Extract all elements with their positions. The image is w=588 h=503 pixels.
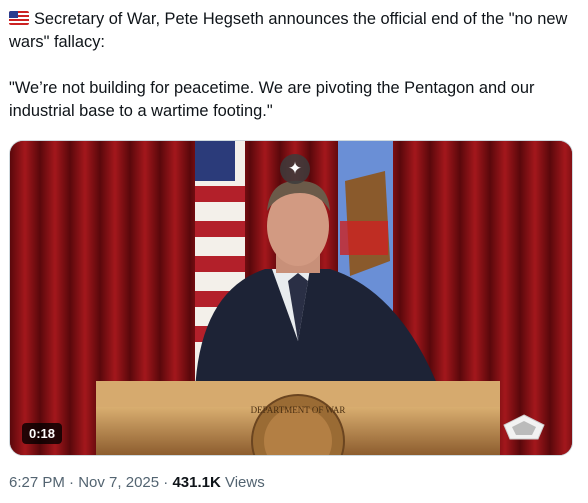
video-frame: DEPARTMENT OF WAR bbox=[10, 141, 572, 455]
tweet-text: Secretary of War, Pete Hegseth announces… bbox=[9, 8, 579, 123]
tweet-time[interactable]: 6:27 PM bbox=[9, 474, 65, 491]
meta-separator: · bbox=[64, 474, 79, 491]
views-count: 431.1K bbox=[172, 474, 221, 491]
tweet-meta: 6:27 PM · Nov 7, 2025 · 431.1K Views bbox=[9, 474, 265, 491]
tweet-date[interactable]: Nov 7, 2025 bbox=[78, 474, 159, 491]
video-duration: 0:18 bbox=[22, 423, 63, 444]
tweet-line-2: "We’re not building for peacetime. We ar… bbox=[9, 79, 535, 120]
tweet-line-1-text: Secretary of War, Pete Hegseth announces… bbox=[9, 10, 568, 51]
pentagon-watermark-icon bbox=[503, 414, 545, 440]
tweet-line-1: Secretary of War, Pete Hegseth announces… bbox=[9, 8, 579, 54]
meta-separator: · bbox=[159, 474, 173, 491]
podium-seal-text: DEPARTMENT OF WAR bbox=[251, 405, 346, 415]
us-flag-icon bbox=[9, 11, 29, 25]
views-label: Views bbox=[220, 474, 265, 491]
grok-sparkle-icon[interactable]: ✦ bbox=[280, 154, 310, 184]
podium: DEPARTMENT OF WAR bbox=[96, 381, 500, 455]
video-player[interactable]: DEPARTMENT OF WAR ✦ 0:18 bbox=[9, 140, 573, 456]
